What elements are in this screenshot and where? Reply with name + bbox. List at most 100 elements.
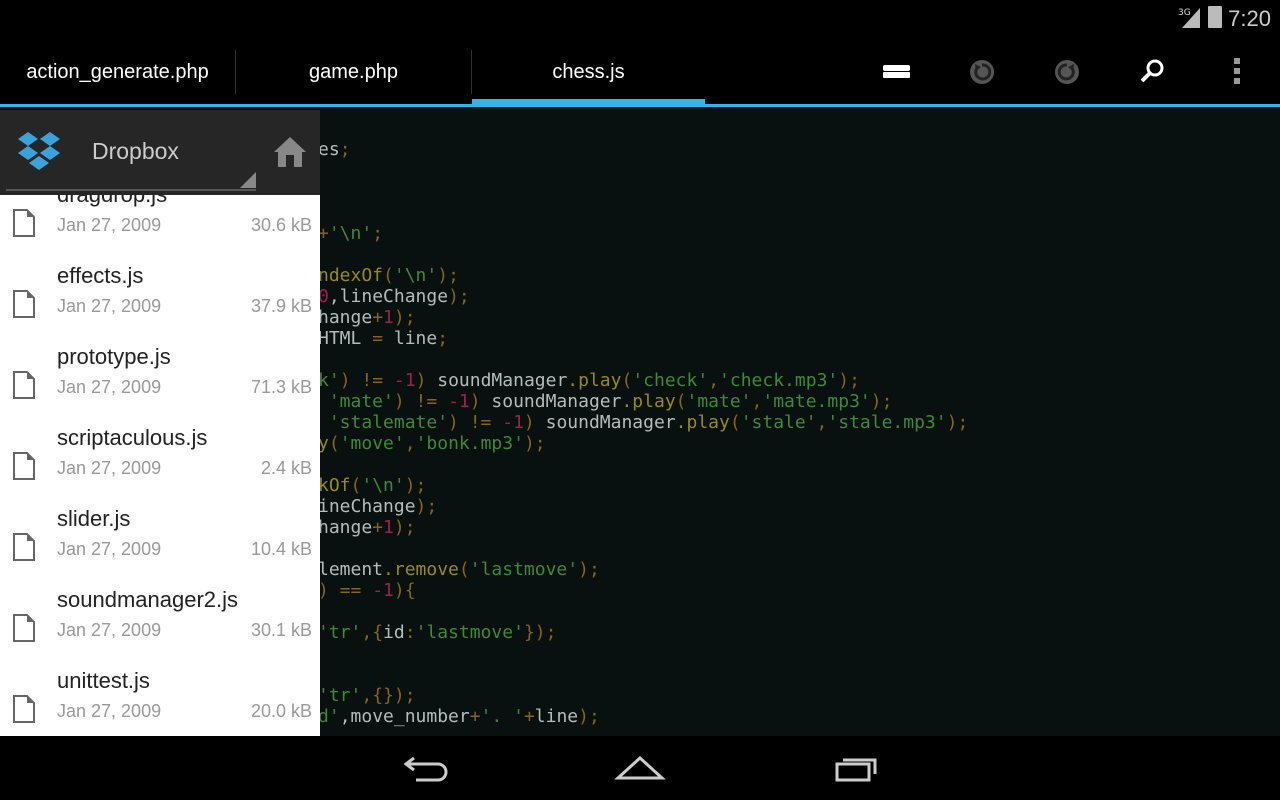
redo-icon[interactable] [1047, 52, 1087, 92]
code-token: + [372, 517, 384, 538]
code-token: }); [523, 622, 557, 643]
file-list-item[interactable]: prototype.js Jan 27, 2009 71.3 kB [0, 339, 320, 420]
panel-header[interactable]: Dropbox [0, 110, 320, 195]
code-token: 1 [383, 307, 394, 328]
code-token: hange [318, 307, 373, 328]
code-line: hange+1); [318, 517, 416, 538]
code-token: ); [838, 370, 860, 391]
code-token: ,{ [361, 622, 384, 643]
file-size: 2.4 kB [260, 458, 312, 478]
code-line: 'tr',{}); [318, 685, 416, 706]
file-icon [13, 371, 35, 399]
file-name: slider.js [57, 506, 131, 531]
code-line: ndexOf('\n'); [318, 265, 459, 286]
code-token: -1 [502, 412, 524, 433]
storage-selector[interactable]: Dropbox [92, 138, 179, 165]
code-line: HTML = line; [318, 328, 448, 349]
file-list-item[interactable]: unittest.js Jan 27, 2009 20.0 kB [0, 663, 320, 736]
code-token: ,{}); [361, 685, 416, 706]
code-token: + [372, 307, 384, 328]
file-date: Jan 27, 2009 [57, 539, 162, 559]
code-token: ) [469, 391, 481, 412]
drive-icon[interactable] [877, 52, 917, 92]
code-token: .remove [383, 559, 459, 580]
code-line: +'\n'; [318, 223, 383, 244]
recent-apps-icon[interactable] [827, 750, 887, 786]
spinner-underline [6, 189, 256, 191]
file-size: 20.0 kB [250, 701, 312, 721]
code-token: 'tr' [318, 685, 362, 706]
code-token: d' [318, 706, 340, 727]
overflow-menu-icon[interactable] [1217, 52, 1257, 92]
file-size: 30.1 kB [250, 620, 312, 640]
tab-game[interactable]: game.php [236, 40, 471, 104]
code-token: 'move' [339, 433, 405, 454]
code-token: ); [946, 412, 969, 433]
tab-action-generate[interactable]: action_generate.php [0, 40, 235, 104]
code-token: + [469, 706, 481, 727]
code-token: ( [383, 265, 394, 286]
code-token: , [751, 391, 763, 412]
code-line: d',move_number+'. '+line); [318, 706, 600, 727]
code-token: ); [437, 265, 459, 286]
code-line: 0,lineChange); [318, 286, 470, 307]
code-token: + [523, 706, 535, 727]
file-list-item[interactable]: slider.js Jan 27, 2009 10.4 kB [0, 501, 320, 582]
code-token: .play [675, 412, 730, 433]
file-date: Jan 27, 2009 [57, 458, 162, 478]
code-token: soundManager [480, 391, 622, 412]
file-list-item[interactable]: scriptaculous.js Jan 27, 2009 2.4 kB [0, 420, 320, 501]
code-token: , [708, 370, 720, 391]
code-token: ) [523, 412, 535, 433]
file-list-item[interactable]: soundmanager2.js Jan 27, 2009 30.1 kB [0, 582, 320, 663]
code-token: ( [328, 433, 340, 454]
code-token: es [318, 139, 340, 160]
code-token: ) != [393, 391, 449, 412]
back-icon[interactable] [394, 750, 454, 786]
code-token: ); [578, 559, 600, 580]
code-token: 'check.mp3' [719, 370, 839, 391]
code-token: -1 [372, 580, 394, 601]
file-icon [13, 533, 35, 561]
code-line: hange+1); [318, 307, 416, 328]
code-token: ; [372, 223, 384, 244]
code-line: 'mate') != -1) soundManager.play('mate',… [318, 391, 893, 412]
code-token: soundManager [426, 370, 568, 391]
svg-text:3G: 3G [1178, 8, 1191, 18]
code-token: soundManager [534, 412, 676, 433]
home-button-icon[interactable] [610, 750, 670, 786]
code-token: 'mate' [686, 391, 752, 412]
code-token: .play [567, 370, 622, 391]
home-icon[interactable] [272, 134, 308, 170]
code-token: ); [578, 706, 600, 727]
tab-chess[interactable]: chess.js [472, 40, 705, 104]
code-token: , [404, 433, 416, 454]
file-icon [13, 695, 35, 723]
undo-icon[interactable] [962, 52, 1002, 92]
code-line: y('move','bonk.mp3'); [318, 433, 546, 454]
code-token: '\n' [328, 223, 373, 244]
code-token: ) == [318, 580, 373, 601]
navigation-bar [0, 736, 1280, 800]
code-token: ); [870, 391, 893, 412]
code-token: 'stalemate' [318, 412, 449, 433]
code-token: 'lastmove' [469, 559, 579, 580]
code-token: ineChange [318, 496, 416, 517]
file-list-item[interactable]: effects.js Jan 27, 2009 37.9 kB [0, 258, 320, 339]
code-token: 'tr' [318, 622, 362, 643]
code-token: 1 [383, 517, 394, 538]
code-token: 'check' [632, 370, 709, 391]
signal-3g-icon: 3G [1178, 8, 1200, 28]
code-token: : [404, 622, 416, 643]
code-token: id [383, 622, 405, 643]
file-name: unittest.js [57, 668, 150, 693]
code-line: 'stalemate') != -1) soundManager.play('s… [318, 412, 968, 433]
file-browser-panel: Dropbox dragdrop.js Jan 27, 2009 30.6 kB… [0, 110, 320, 736]
code-token: ); [523, 433, 546, 454]
search-icon[interactable] [1132, 52, 1172, 92]
file-icon [13, 290, 35, 318]
code-token: ) != [448, 412, 503, 433]
active-tab-indicator [472, 99, 705, 105]
file-date: Jan 27, 2009 [57, 296, 162, 316]
file-size: 10.4 kB [250, 539, 312, 559]
